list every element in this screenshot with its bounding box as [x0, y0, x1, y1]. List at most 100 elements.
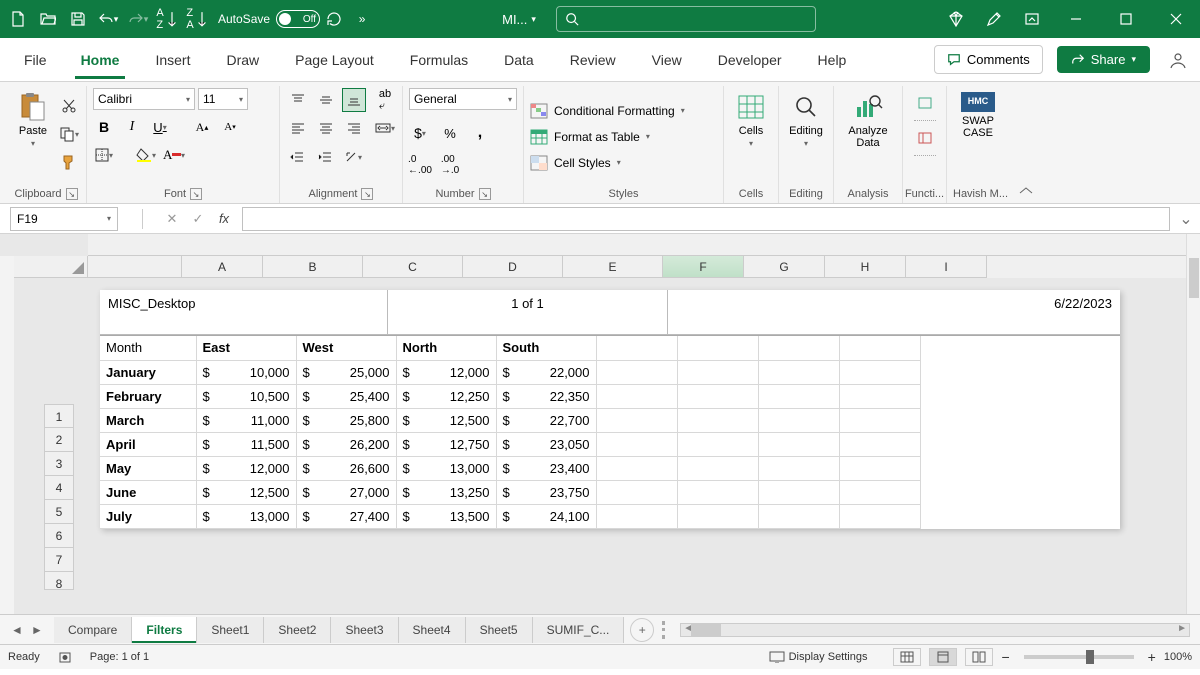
sheet-tab[interactable]: Sheet2 [264, 617, 331, 643]
col-header-G[interactable]: G [744, 256, 825, 278]
orientation-icon[interactable]: ▾ [342, 146, 364, 168]
month-cell[interactable]: January [100, 360, 196, 384]
row-header-6[interactable]: 6 [44, 524, 74, 548]
macro-record-icon[interactable] [58, 650, 72, 664]
value-cell[interactable]: $12,750 [396, 432, 496, 456]
refresh-icon[interactable] [320, 5, 348, 33]
empty-cell[interactable] [677, 384, 758, 408]
cell-styles-button[interactable]: Cell Styles ▾ [530, 152, 621, 174]
value-cell[interactable]: $23,050 [496, 432, 596, 456]
empty-cell[interactable] [839, 384, 920, 408]
month-cell[interactable]: March [100, 408, 196, 432]
autosave-pill[interactable]: Off [276, 10, 320, 28]
zoom-out-button[interactable]: − [1001, 649, 1009, 665]
tab-help[interactable]: Help [800, 42, 865, 78]
sheet-nav-prev-icon[interactable]: ◄ [8, 621, 26, 639]
header-right[interactable]: 6/22/2023 [668, 290, 1120, 335]
number-format-select[interactable]: General▾ [409, 88, 517, 110]
align-right-icon[interactable] [342, 116, 366, 140]
empty-cell[interactable] [758, 408, 839, 432]
row-header-2[interactable]: 2 [44, 428, 74, 452]
document-name[interactable]: MI...▾ [502, 12, 536, 27]
row-header-5[interactable]: 5 [44, 500, 74, 524]
col-header-D[interactable]: D [463, 256, 563, 278]
empty-cell[interactable] [839, 480, 920, 504]
clipboard-launcher-icon[interactable]: ↘ [66, 188, 78, 200]
copy-icon[interactable]: ▾ [58, 123, 80, 145]
table-header[interactable]: East [196, 336, 296, 360]
paste-button[interactable]: Paste▾ [12, 88, 54, 153]
increase-font-icon[interactable]: A▴ [191, 116, 213, 138]
enter-formula-icon[interactable]: ✓ [186, 209, 210, 229]
zoom-in-button[interactable]: + [1148, 649, 1156, 665]
analyze-data-button[interactable]: Analyze Data [840, 88, 896, 153]
sheet-tab[interactable]: Compare [54, 617, 132, 643]
value-cell[interactable]: $12,500 [196, 480, 296, 504]
sheet-tab[interactable]: Sheet4 [399, 617, 466, 643]
tab-view[interactable]: View [634, 42, 700, 78]
empty-cell[interactable] [596, 408, 677, 432]
increase-indent-icon[interactable] [314, 146, 336, 168]
value-cell[interactable]: $25,000 [296, 360, 396, 384]
empty-cell[interactable] [839, 432, 920, 456]
bold-button[interactable]: B [93, 116, 115, 138]
month-cell[interactable]: June [100, 480, 196, 504]
font-color-icon[interactable]: A▾ [163, 144, 185, 166]
table-header[interactable]: West [296, 336, 396, 360]
value-cell[interactable]: $11,000 [196, 408, 296, 432]
format-painter-icon[interactable] [58, 151, 80, 173]
sheet-tab[interactable]: Sheet5 [466, 617, 533, 643]
month-cell[interactable]: April [100, 432, 196, 456]
empty-cell[interactable] [677, 504, 758, 528]
value-cell[interactable]: $23,400 [496, 456, 596, 480]
value-cell[interactable]: $27,000 [296, 480, 396, 504]
swap-case-button[interactable]: HMCSWAP CASE [953, 88, 1003, 143]
font-name-select[interactable]: Calibri▾ [93, 88, 195, 110]
pen-icon[interactable] [980, 5, 1008, 33]
align-middle-icon[interactable] [314, 88, 338, 112]
decrease-indent-icon[interactable] [286, 146, 308, 168]
value-cell[interactable]: $22,700 [496, 408, 596, 432]
cells-button[interactable]: Cells▾ [730, 88, 772, 153]
alignment-launcher-icon[interactable]: ↘ [361, 188, 373, 200]
cut-icon[interactable] [58, 95, 80, 117]
select-all-corner[interactable] [14, 256, 88, 278]
borders-icon[interactable]: ▾ [93, 144, 115, 166]
italic-button[interactable]: I [121, 116, 143, 138]
row-header-1[interactable]: 1 [44, 404, 74, 428]
editing-button[interactable]: Editing▾ [785, 88, 827, 153]
tab-draw[interactable]: Draw [208, 42, 277, 78]
wrap-text-icon[interactable]: ab⤶ [374, 89, 396, 111]
empty-cell[interactable] [677, 336, 758, 360]
currency-icon[interactable]: $▾ [409, 122, 431, 144]
font-launcher-icon[interactable]: ↘ [190, 188, 202, 200]
data-table[interactable]: MonthEastWestNorthSouthJanuary$10,000$25… [100, 336, 921, 529]
collapse-ribbon-icon[interactable] [1014, 86, 1038, 203]
empty-cell[interactable] [839, 504, 920, 528]
share-button[interactable]: Share▾ [1057, 46, 1150, 73]
account-icon[interactable] [1164, 46, 1192, 74]
minimize-button[interactable] [1056, 4, 1096, 34]
empty-cell[interactable] [758, 504, 839, 528]
value-cell[interactable]: $11,500 [196, 432, 296, 456]
value-cell[interactable]: $12,000 [196, 456, 296, 480]
empty-cell[interactable] [839, 456, 920, 480]
align-top-icon[interactable] [286, 88, 310, 112]
sheet-tab[interactable]: SUMIF_C... [533, 617, 625, 643]
formula-bar[interactable] [242, 207, 1170, 231]
value-cell[interactable]: $26,200 [296, 432, 396, 456]
ribbon-mode-icon[interactable] [1018, 5, 1046, 33]
value-cell[interactable]: $22,000 [496, 360, 596, 384]
sheet-nav-next-icon[interactable]: ► [28, 621, 46, 639]
new-file-icon[interactable] [4, 5, 32, 33]
autosave-toggle[interactable]: AutoSave Off [218, 10, 320, 28]
value-cell[interactable]: $13,000 [396, 456, 496, 480]
empty-cell[interactable] [677, 456, 758, 480]
file-tab[interactable]: File [8, 42, 63, 78]
empty-cell[interactable] [596, 360, 677, 384]
empty-cell[interactable] [677, 360, 758, 384]
row-header-4[interactable]: 4 [44, 476, 74, 500]
tab-review[interactable]: Review [552, 42, 634, 78]
merge-icon[interactable]: ▾ [374, 117, 396, 139]
tabs-resize-handle[interactable] [662, 621, 670, 639]
